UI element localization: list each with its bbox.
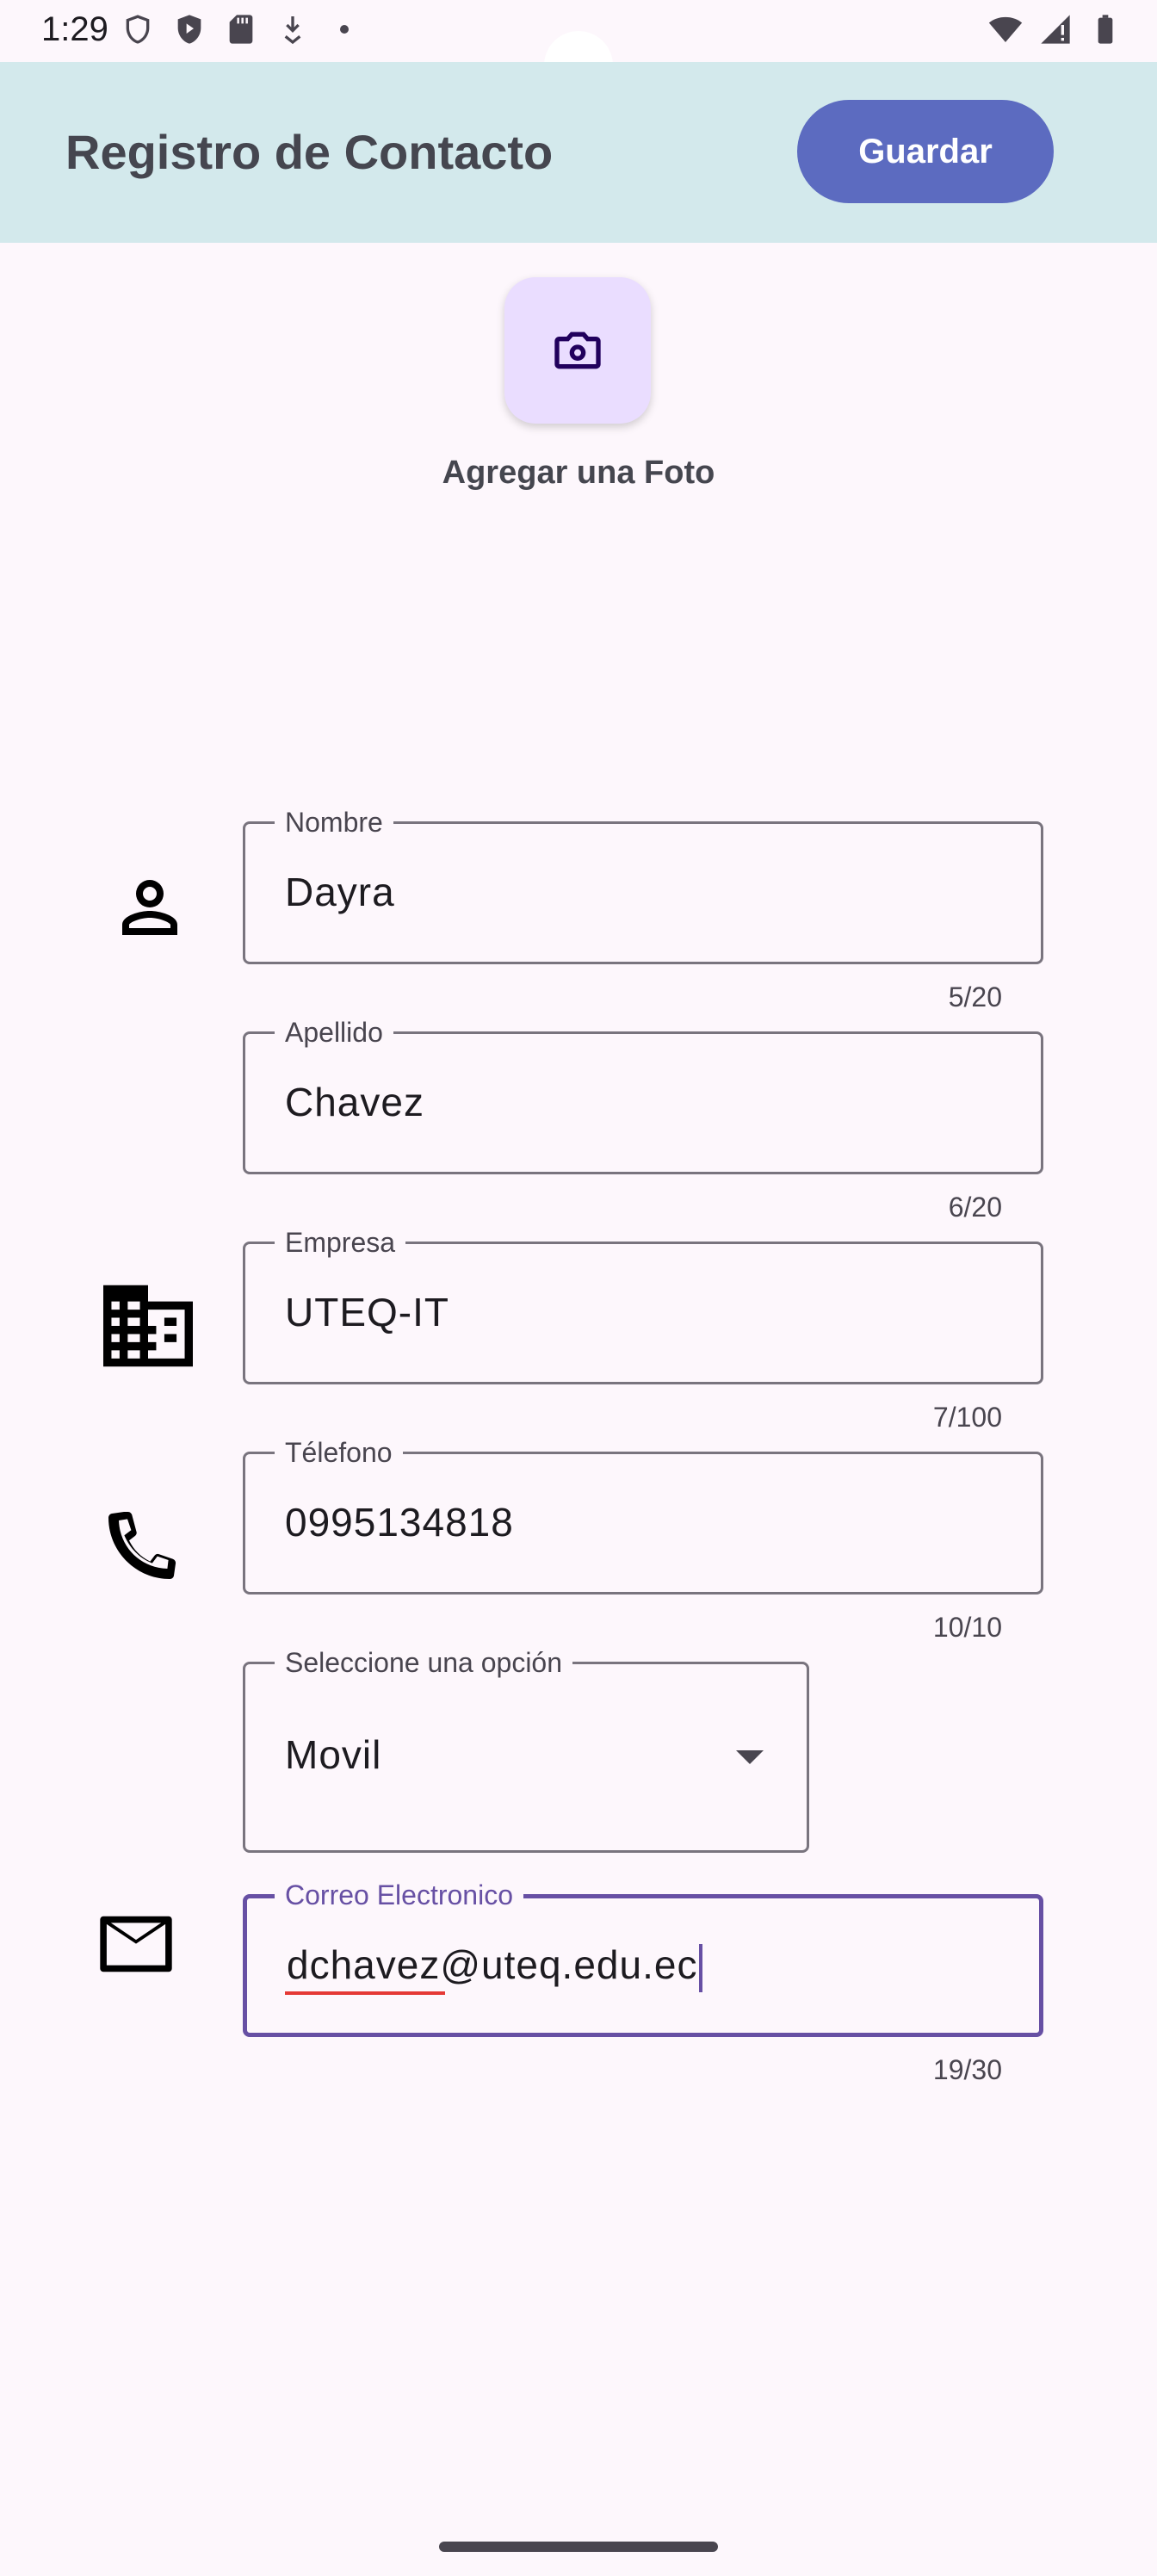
email-label: Correo Electronico bbox=[275, 1879, 523, 1910]
phone-type-label: Seleccione una opción bbox=[275, 1647, 573, 1678]
email-field[interactable]: Correo Electronico dchavez@uteq.edu.ec bbox=[243, 1879, 1043, 2037]
empresa-field[interactable]: Empresa UTEQ-IT bbox=[243, 1227, 1043, 1384]
nombre-label: Nombre bbox=[275, 807, 393, 838]
wifi-icon bbox=[988, 12, 1023, 51]
nombre-counter: 5/20 bbox=[948, 981, 1002, 1012]
shield-play-icon bbox=[172, 12, 207, 51]
apellido-counter: 6/20 bbox=[948, 1192, 1002, 1223]
nombre-value: Dayra bbox=[285, 870, 395, 914]
email-value: dchavez@uteq.edu.ec bbox=[287, 1941, 703, 1992]
empresa-value: UTEQ-IT bbox=[285, 1290, 449, 1334]
phone-icon bbox=[102, 1503, 184, 1586]
apellido-field[interactable]: Apellido Chavez bbox=[243, 1017, 1043, 1174]
add-photo-button[interactable] bbox=[504, 277, 651, 424]
phone-type-value: Movil bbox=[285, 1732, 382, 1777]
page-title: Registro de Contacto bbox=[65, 125, 554, 179]
gesture-bar[interactable] bbox=[439, 2542, 718, 2552]
apellido-label: Apellido bbox=[275, 1017, 393, 1048]
sd-card-icon bbox=[224, 12, 258, 51]
signal-icon bbox=[1038, 12, 1073, 51]
shield-outline-icon bbox=[121, 12, 155, 51]
person-icon bbox=[108, 866, 191, 949]
empresa-counter: 7/100 bbox=[932, 1402, 1002, 1433]
mail-icon bbox=[96, 1913, 176, 1975]
dropdown-arrow-icon bbox=[736, 1750, 764, 1764]
telefono-label: Télefono bbox=[275, 1437, 403, 1468]
app-bar: Registro de Contacto Guardar bbox=[0, 62, 1157, 243]
status-system-icons bbox=[988, 12, 1123, 51]
nombre-field[interactable]: Nombre Dayra bbox=[243, 807, 1043, 964]
telefono-counter: 10/10 bbox=[932, 1612, 1002, 1643]
spellcheck-underline bbox=[285, 1991, 445, 1995]
download-icon bbox=[275, 12, 310, 51]
camera-icon bbox=[550, 323, 605, 378]
telefono-value: 0995134818 bbox=[285, 1500, 514, 1545]
empresa-label: Empresa bbox=[275, 1227, 406, 1258]
status-time: 1:29 bbox=[41, 10, 108, 48]
email-counter: 19/30 bbox=[932, 2054, 1002, 2085]
email-text: dchavez@uteq.edu.ec bbox=[287, 1942, 698, 1987]
telefono-field[interactable]: Télefono 0995134818 bbox=[243, 1437, 1043, 1595]
screen: 1:29 Registro de Contacto Guardar Agrega… bbox=[0, 0, 1157, 2576]
status-notification-icons bbox=[121, 12, 362, 51]
business-icon bbox=[98, 1281, 198, 1371]
add-photo-label: Agregar una Foto bbox=[442, 455, 715, 491]
dot-icon bbox=[327, 12, 362, 51]
battery-icon bbox=[1088, 12, 1123, 51]
apellido-value: Chavez bbox=[285, 1080, 424, 1124]
status-bar: 1:29 bbox=[0, 0, 1157, 100]
save-button[interactable]: Guardar bbox=[797, 100, 1054, 203]
phone-type-dropdown[interactable]: Seleccione una opción Movil bbox=[243, 1647, 809, 1853]
text-cursor bbox=[699, 1943, 703, 1992]
